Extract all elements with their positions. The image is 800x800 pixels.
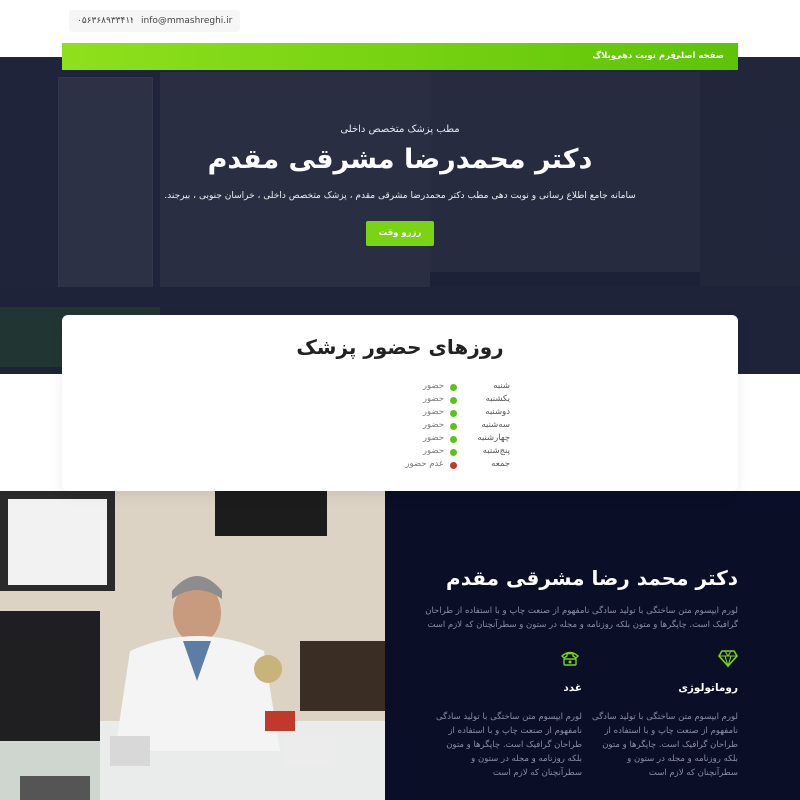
nav-item-blog[interactable]: وبلاگ	[592, 43, 616, 70]
attendance-title: روزهای حضور پزشک	[296, 335, 504, 359]
attendance-status-label: حضور	[422, 446, 444, 456]
nav-item-appointment-form[interactable]: فرم نوبت دهی	[613, 43, 676, 70]
doctor-photo	[0, 491, 385, 800]
email-address[interactable]: info@mmashreghi.ir	[133, 10, 241, 32]
attendance-row: حضور سه‌شنبه	[350, 420, 510, 433]
feature-title-rheumatology: روماتولوژی	[678, 682, 738, 694]
attendance-day-name: دوشنبه	[485, 407, 510, 417]
doctor-name: دکتر محمد رضا مشرقی مقدم	[446, 566, 738, 590]
feature-text-endocrinology: لورم ایپسوم متن ساختگی با تولید سادگی نا…	[436, 712, 582, 778]
attendance-day-name: جمعه	[491, 459, 510, 469]
telephone-icon	[560, 651, 580, 666]
attendance-row: حضور پنج‌شنبه	[350, 446, 510, 459]
attendance-status-label: حضور	[422, 433, 444, 443]
attendance-row: عدم حضور جمعه	[350, 459, 510, 472]
attendance-day-name: چهارشنبه	[477, 433, 510, 443]
attendance-day-name: پنج‌شنبه	[482, 446, 510, 456]
phone-number[interactable]: ۰۵۶۳۶۸۹۳۳۴۱۲	[69, 10, 144, 32]
feature-title-endocrinology: غدد	[563, 682, 582, 694]
doctor-photo-illustration	[0, 491, 385, 800]
diamond-icon	[718, 650, 738, 668]
attendance-row: حضور دوشنبه	[350, 407, 510, 420]
attendance-card: روزهای حضور پزشک حضور شنبه حضور یکشنبه حضور د…	[62, 315, 738, 491]
attendance-status-label: حضور	[422, 381, 444, 391]
attendance-status-label: حضور	[422, 394, 444, 404]
nav-item-home[interactable]: صفحه اصلی	[672, 43, 724, 70]
attendance-day-name: یکشنبه	[485, 394, 510, 404]
top-contact-bar: ۰۵۶۳۶۸۹۳۳۴۱۲ info@mmashreghi.ir	[0, 0, 800, 43]
attendance-row: حضور شنبه	[350, 381, 510, 394]
attendance-day-name: سه‌شنبه	[481, 420, 511, 430]
attendance-row: حضور یکشنبه	[350, 394, 510, 407]
hero-description: سامانه جامع اطلاع رسانی و نوبت دهی مطب د…	[164, 191, 636, 201]
attendance-status-label: حضور	[422, 420, 444, 430]
hero-title: دکتر محمدرضا مشرقی مقدم	[207, 144, 593, 175]
attendance-status-label: حضور	[422, 407, 444, 417]
main-navigation: صفحه اصلی فرم نوبت دهی وبلاگ	[62, 43, 738, 70]
hero-subtitle: مطب پزشک متخصص داخلی	[340, 124, 460, 135]
attendance-row: حضور چهارشنبه	[350, 433, 510, 446]
attendance-status-label: عدم حضور	[405, 459, 444, 469]
doctor-description: لورم ایپسوم متن ساختگی با تولید سادگی نا…	[425, 606, 738, 630]
reserve-appointment-button[interactable]: رزرو وقت	[366, 221, 434, 246]
attendance-day-name: شنبه	[493, 381, 510, 391]
feature-text-rheumatology: لورم ایپسوم متن ساختگی با تولید سادگی نا…	[592, 712, 738, 778]
